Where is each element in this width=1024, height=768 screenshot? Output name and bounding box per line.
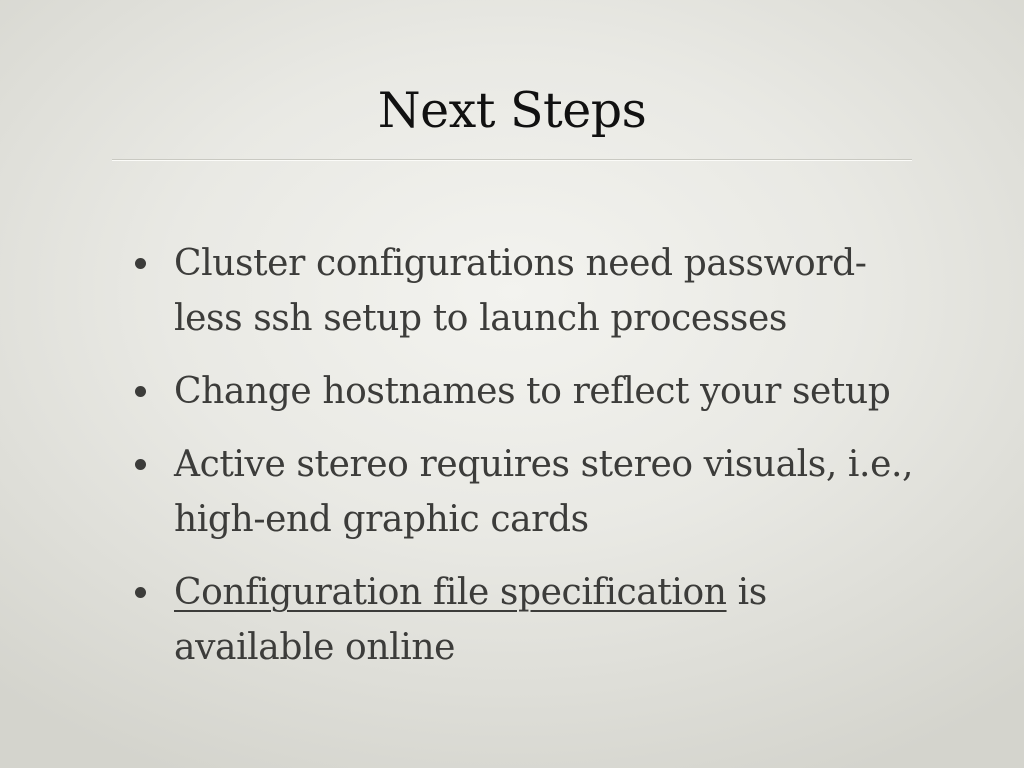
bullet-list: Cluster configurations need password-les… [130, 236, 930, 693]
bullet-item: Active stereo requires stereo visuals, i… [130, 437, 930, 547]
bullet-icon [135, 258, 146, 269]
bullet-icon [135, 587, 146, 598]
slide-title: Next Steps [377, 82, 647, 139]
config-spec-link[interactable]: Configuration file specification [174, 572, 727, 613]
bullet-item: Change hostnames to reflect your setup [130, 364, 930, 419]
slide: Next Steps Cluster configurations need p… [0, 0, 1024, 768]
bullet-icon [135, 459, 146, 470]
bullet-icon [135, 386, 146, 397]
bullet-item: Configuration file specification is avai… [130, 565, 930, 675]
bullet-text: Change hostnames to reflect your setup [174, 371, 891, 412]
bullet-item: Cluster configurations need password-les… [130, 236, 930, 346]
bullet-text: Active stereo requires stereo visuals, i… [174, 444, 914, 540]
bullet-text: Cluster configurations need password-les… [174, 243, 867, 339]
title-divider [112, 159, 912, 160]
